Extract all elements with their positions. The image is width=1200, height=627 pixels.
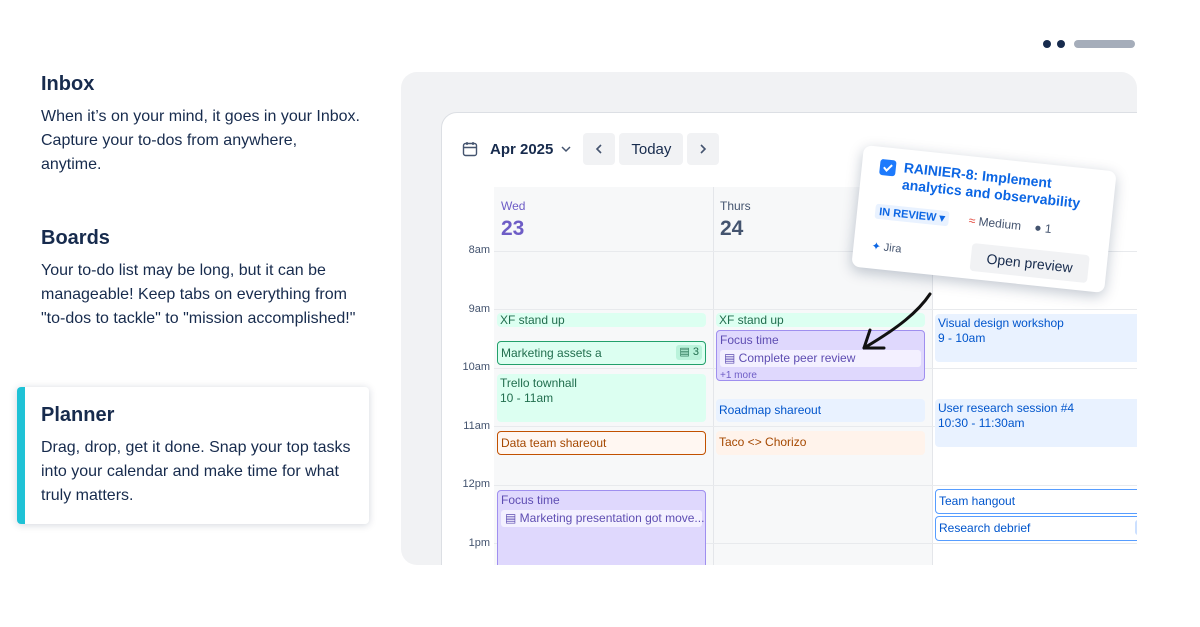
checkbox-icon[interactable] — [879, 158, 897, 177]
day-header-thu: Thurs 24 — [720, 199, 751, 241]
source-label: ✦ Jira — [871, 239, 902, 255]
planner-toolbar: Apr 2025 Today — [462, 133, 720, 165]
event-marketing-assets[interactable]: Marketing assets a ▤ 3 — [497, 341, 706, 365]
status-label: IN REVIEW — [878, 206, 937, 224]
today-button[interactable]: Today — [619, 133, 684, 165]
month-selector[interactable]: Apr 2025 — [490, 141, 553, 158]
count-label: 1 — [1044, 221, 1053, 237]
event-title: User research session #4 — [938, 401, 1075, 415]
event-team-hangout[interactable]: Team hangout — [935, 489, 1137, 514]
task-count: 3 — [692, 346, 699, 358]
event-time: 9 - 10am — [938, 331, 986, 345]
feature-body: Drag, drop, get it done. Snap your top t… — [41, 439, 351, 504]
event-taco-chorizo[interactable]: Taco <> Chorizo — [716, 431, 925, 455]
event-time: 10:30 - 11:30am — [938, 416, 1025, 430]
hour-label: 11am — [463, 420, 490, 432]
day-name: Thurs — [720, 199, 751, 213]
carousel-dot-active[interactable] — [1074, 39, 1135, 48]
feature-title: Boards — [41, 227, 110, 249]
carousel-dot-1[interactable] — [1043, 39, 1051, 48]
task-chip[interactable]: ▤ Marketing presentation got move... — [501, 510, 705, 527]
event-roadmap-shareout[interactable]: Roadmap shareout — [716, 399, 925, 422]
active-indicator-bar — [17, 387, 25, 524]
chevron-right-icon — [700, 144, 707, 154]
prev-button[interactable] — [583, 133, 616, 165]
day-header-wed: Wed 23 — [501, 199, 525, 241]
hour-label: 1pm — [468, 537, 490, 549]
priority-medium-icon: ≈ — [968, 213, 977, 229]
hour-label: 10am — [462, 361, 490, 373]
chevron-down-icon[interactable] — [559, 142, 573, 156]
people-icon: ● — [1033, 220, 1043, 236]
feature-inbox[interactable]: Inbox When it’s on your mind, it goes in… — [41, 73, 361, 177]
feature-boards[interactable]: Boards Your to-do list may be long, but … — [41, 227, 361, 331]
source-name: Jira — [883, 241, 902, 256]
planner-preview: Apr 2025 Today Wed 23 Thurs 24 8am 9am 1… — [401, 72, 1137, 565]
event-user-research-session[interactable]: User research session #4 10:30 - 11:30am — [935, 399, 1137, 447]
event-trello-townhall[interactable]: Trello townhall 10 - 11am — [497, 374, 706, 422]
event-xf-standup[interactable]: XF stand up — [497, 313, 706, 327]
hour-label: 12pm — [462, 478, 490, 490]
hour-label: 9am — [468, 303, 490, 315]
calendar-icon — [462, 142, 478, 157]
day-number: 24 — [720, 217, 744, 240]
popover-title: RAINIER-8: Implement analytics and obser… — [901, 159, 1082, 211]
task-count-badge: ▤ 3 — [1135, 520, 1137, 535]
arrow-icon — [862, 292, 932, 350]
event-title: Research debrief — [939, 521, 1031, 535]
jira-icon: ✦ — [870, 240, 882, 254]
open-preview-button[interactable]: Open preview — [969, 242, 1090, 284]
task-title: Complete peer review — [738, 351, 856, 365]
feature-planner[interactable]: Planner Drag, drop, get it done. Snap yo… — [41, 404, 361, 508]
event-research-debrief[interactable]: Research debrief ▤ 3 — [935, 516, 1137, 541]
event-time: 10 - 11am — [500, 391, 554, 405]
task-title: Marketing presentation got move... — [519, 511, 705, 525]
event-title: Marketing assets a — [501, 346, 602, 360]
day-number: 23 — [501, 217, 525, 240]
task-count-badge: ▤ 3 — [676, 345, 702, 360]
watchers-count: ● 1 — [1034, 220, 1053, 236]
hour-label: 8am — [468, 244, 490, 256]
feature-body: When it’s on your mind, it goes in your … — [41, 108, 360, 173]
feature-title: Inbox — [41, 73, 95, 95]
event-title: Trello townhall — [500, 376, 577, 390]
event-data-team-shareout[interactable]: Data team shareout — [497, 431, 706, 455]
carousel-indicator[interactable] — [1043, 39, 1135, 48]
status-dropdown[interactable]: IN REVIEW ▾ — [874, 203, 950, 227]
carousel-dot-2[interactable] — [1057, 39, 1065, 48]
chevron-left-icon — [596, 144, 602, 154]
event-visual-design-workshop[interactable]: Visual design workshop 9 - 10am — [935, 314, 1137, 362]
next-button[interactable] — [687, 133, 720, 165]
more-tasks-link[interactable]: +1 more — [720, 368, 921, 380]
hour-line — [494, 485, 1137, 486]
feature-body: Your to-do list may be long, but it can … — [41, 262, 356, 327]
day-name: Wed — [501, 199, 526, 213]
hour-line — [494, 309, 1137, 310]
priority-label: Medium — [977, 214, 1022, 233]
event-title: Visual design workshop — [938, 316, 1064, 330]
feature-title: Planner — [41, 404, 115, 426]
event-focus-time[interactable]: Focus time ▤ Marketing presentation got … — [497, 490, 706, 565]
event-title: Focus time — [501, 493, 560, 507]
priority-indicator: ≈ Medium — [968, 213, 1022, 232]
